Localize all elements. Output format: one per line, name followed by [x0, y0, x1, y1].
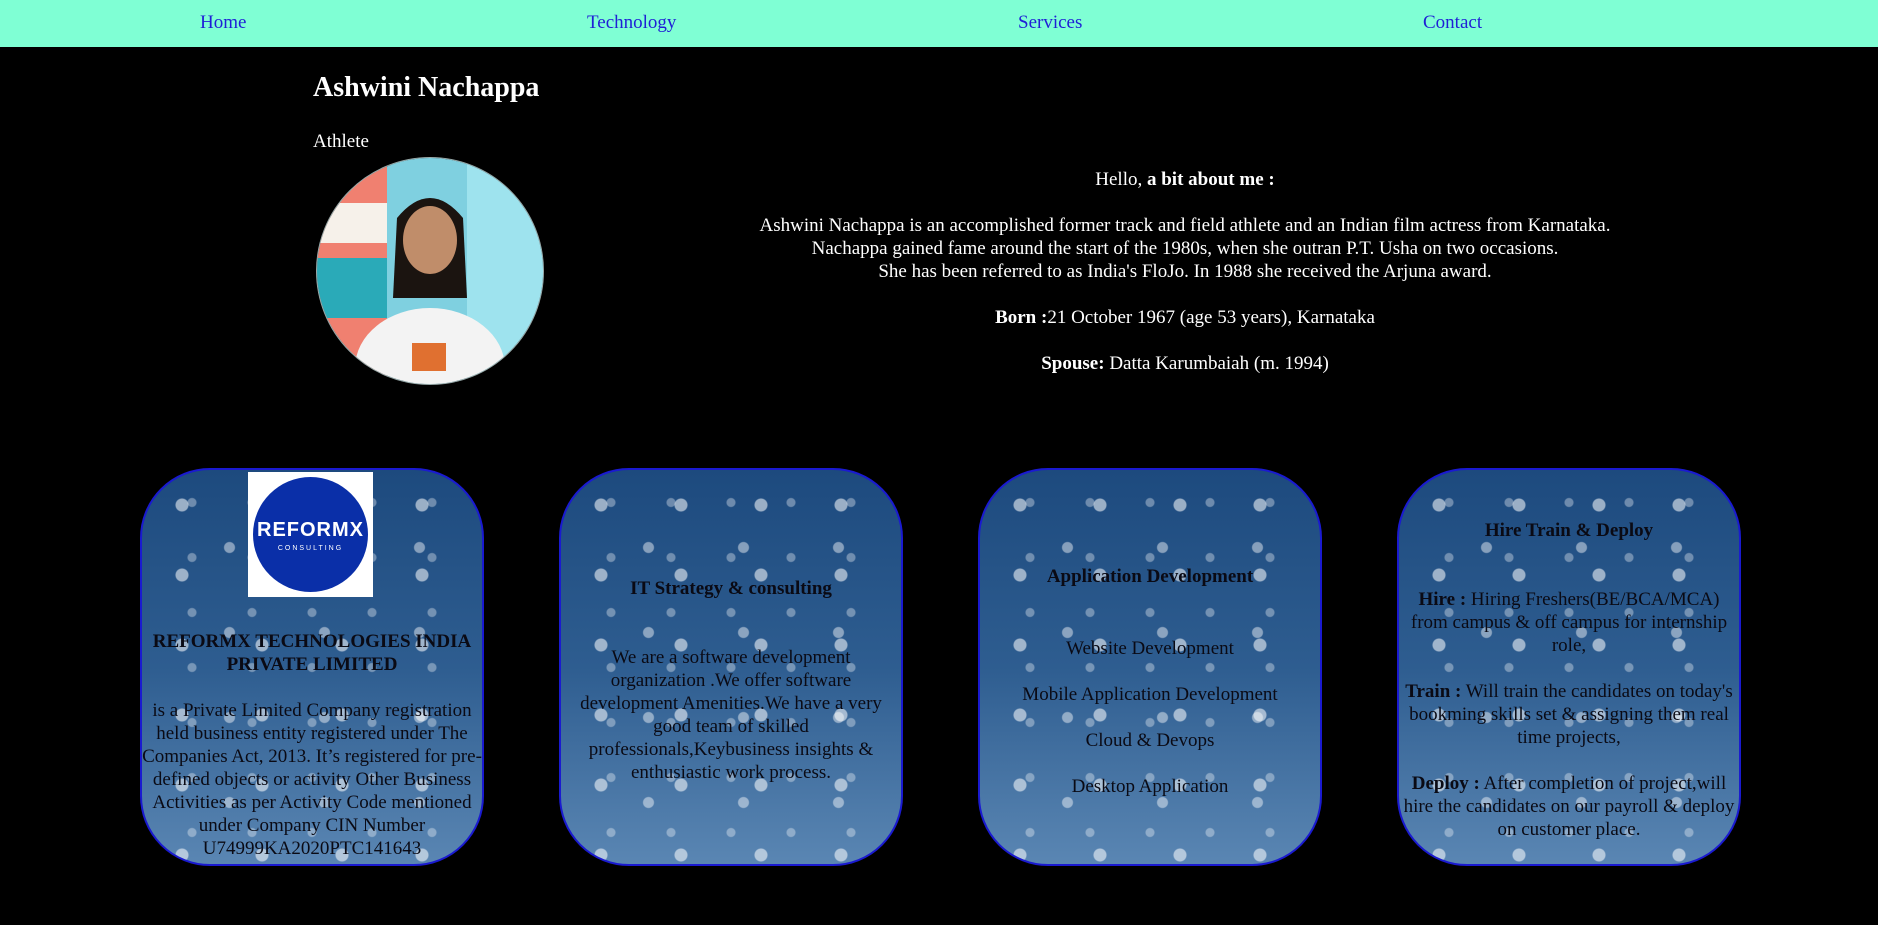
- bio-line: She has been referred to as India's FloJ…: [878, 261, 1492, 282]
- appdev-title: Application Development: [1046, 566, 1254, 587]
- hire-label: Hire :: [1418, 589, 1467, 610]
- about-section: Hello, a bit about me : Ashwini Nachappa…: [640, 168, 1730, 375]
- greeting-bold: a bit about me :: [1146, 169, 1275, 190]
- profile-photo: [316, 157, 544, 385]
- service-item-mobile: Mobile Application Development: [1022, 684, 1278, 705]
- bio-line: Ashwini Nachappa is an accomplished form…: [759, 215, 1611, 236]
- company-card: REFORMX CONSULTING REFORMX TECHNOLOGIES …: [140, 468, 484, 866]
- appdev-card: Application Development Website Developm…: [978, 468, 1322, 866]
- service-item-desktop: Desktop Application: [1071, 776, 1229, 797]
- nav-contact-link[interactable]: Contact: [1423, 12, 1482, 34]
- logo-text: REFORMX: [257, 519, 364, 541]
- strategy-card: IT Strategy & consulting We are a softwa…: [559, 468, 903, 866]
- train-paragraph: Train : Will train the candidates on tod…: [1399, 680, 1739, 749]
- reformx-logo-circle: REFORMX CONSULTING: [253, 477, 368, 592]
- hire-card: Hire Train & Deploy Hire : Hiring Freshe…: [1397, 468, 1741, 866]
- nav-home-link[interactable]: Home: [200, 12, 246, 34]
- profile-role: Athlete: [313, 131, 369, 152]
- profile-name: Ashwini Nachappa: [313, 72, 540, 103]
- hire-title: Hire Train & Deploy: [1484, 520, 1654, 541]
- service-item-website: Website Development: [1066, 638, 1234, 659]
- nav-services-link[interactable]: Services: [1018, 12, 1082, 34]
- born-info: Born :21 October 1967 (age 53 years), Ka…: [640, 306, 1730, 329]
- born-value: 21 October 1967 (age 53 years), Karnatak…: [1047, 307, 1375, 328]
- logo-subtext: CONSULTING: [277, 545, 344, 552]
- service-item-cloud: Cloud & Devops: [1085, 730, 1215, 751]
- greeting-prefix: Hello,: [1095, 169, 1147, 190]
- spouse-info: Spouse: Datta Karumbaiah (m. 1994): [640, 352, 1730, 375]
- deploy-label: Deploy :: [1411, 773, 1480, 794]
- nav-technology-link[interactable]: Technology: [587, 12, 676, 34]
- strategy-title: IT Strategy & consulting: [630, 578, 832, 599]
- spouse-value: Datta Karumbaiah (m. 1994): [1104, 353, 1329, 374]
- top-nav: Home Technology Services Contact: [0, 0, 1878, 47]
- reformx-logo: REFORMX CONSULTING: [248, 472, 373, 597]
- company-title: REFORMX TECHNOLOGIES INDIA PRIVATE LIMIT…: [152, 631, 472, 675]
- deploy-paragraph: Deploy : After completion of project,wil…: [1399, 772, 1739, 841]
- about-greeting: Hello, a bit about me :: [640, 168, 1730, 191]
- train-label: Train :: [1405, 681, 1462, 702]
- company-description: is a Private Limited Company registratio…: [142, 700, 482, 859]
- strategy-description: We are a software development organizati…: [580, 647, 882, 783]
- spouse-label: Spouse:: [1041, 353, 1105, 374]
- born-label: Born :: [995, 307, 1048, 328]
- hire-paragraph: Hire : Hiring Freshers(BE/BCA/MCA) from …: [1399, 588, 1739, 657]
- bio-line: Nachappa gained fame around the start of…: [811, 238, 1559, 259]
